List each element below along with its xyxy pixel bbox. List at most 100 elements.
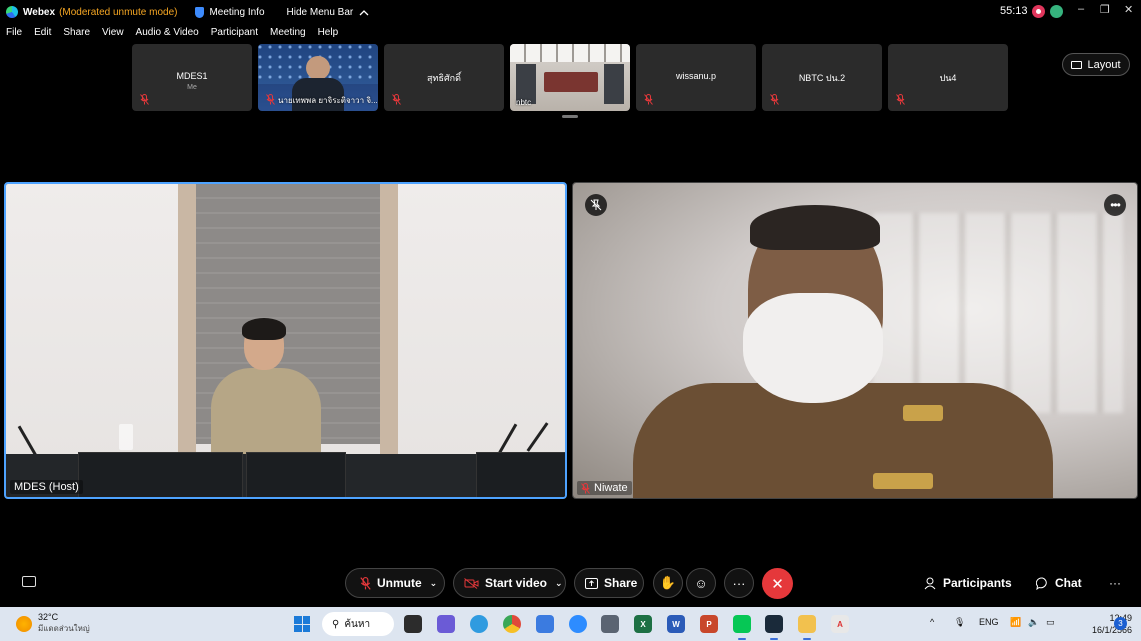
weather-widget[interactable]: 32°C มีแดดส่วนใหญ่ — [16, 612, 90, 635]
close-icon: ✕ — [771, 575, 784, 593]
wifi-icon[interactable]: 📶 — [1010, 617, 1021, 628]
start-button[interactable] — [294, 616, 310, 632]
participants-button[interactable]: Participants — [924, 576, 1012, 590]
desk-monitor — [476, 452, 565, 497]
word-icon[interactable]: W — [667, 615, 685, 633]
zoom-icon[interactable] — [569, 615, 587, 633]
maximize-button[interactable]: ❐ — [1100, 3, 1110, 16]
meeting-mode: (Moderated unmute mode) — [59, 6, 178, 18]
notification-badge[interactable]: 3 — [1114, 617, 1127, 630]
raise-hand-button[interactable]: ✋ — [653, 568, 683, 598]
menu-view[interactable]: View — [96, 24, 130, 42]
meeting-timer: 55:13 — [1000, 5, 1028, 17]
mic-muted-icon — [392, 94, 401, 105]
glass — [119, 424, 133, 450]
unpin-icon[interactable] — [585, 194, 607, 216]
webex-icon[interactable] — [765, 615, 783, 633]
more-icon: ··· — [1109, 576, 1121, 590]
share-button[interactable]: Share — [574, 568, 644, 598]
excel-icon[interactable]: X — [634, 615, 652, 633]
calculator-icon[interactable] — [601, 615, 619, 633]
more-controls-button[interactable]: ··· — [724, 568, 754, 598]
edge-icon[interactable] — [470, 615, 488, 633]
volume-icon[interactable]: 🔈 — [1028, 617, 1039, 628]
language-indicator[interactable]: ENG — [979, 617, 999, 627]
unmute-label: Unmute — [377, 576, 422, 590]
reactions-button[interactable]: ☺ — [686, 568, 716, 598]
raise-hand-icon: ✋ — [659, 575, 677, 590]
participant-thumbnail-video-1[interactable]: นายเทพพล ยาจิระติจาวา จิ... — [258, 44, 378, 111]
menu-participant[interactable]: Participant — [205, 24, 264, 42]
chevron-down-icon[interactable]: ⌄ — [555, 578, 563, 589]
video-wall — [604, 64, 624, 104]
chat-label: Chat — [1055, 576, 1082, 590]
close-window-button[interactable]: ✕ — [1124, 3, 1133, 16]
layout-label: Layout — [1087, 58, 1121, 71]
video-tile-niwate[interactable]: ••• Niwate — [572, 182, 1138, 499]
photos-icon[interactable] — [536, 615, 554, 633]
line-icon[interactable] — [733, 615, 751, 633]
thumbnail-strip-resize-handle[interactable] — [562, 115, 578, 118]
hide-menu-bar-button[interactable]: Hide Menu Bar — [287, 7, 370, 18]
person-hair — [750, 205, 880, 250]
tray-chevron-up-icon[interactable]: ^ — [930, 617, 934, 627]
pdf-icon[interactable]: A — [831, 615, 849, 633]
participant-thumbnail-3[interactable]: สุทธิศักดิ์ — [384, 44, 504, 111]
mic-muted-icon — [896, 94, 905, 105]
minimize-button[interactable]: – — [1078, 3, 1084, 15]
participant-name: NBTC ปน.2 — [798, 73, 846, 83]
participant-thumbnail-wissanu[interactable]: wissanu.p — [636, 44, 756, 111]
video-name-label: Niwate — [577, 481, 632, 495]
mic-muted-icon — [266, 94, 275, 105]
participant-name: MDES1 — [176, 71, 208, 81]
hide-menu-label: Hide Menu Bar — [286, 6, 354, 18]
mic-muted-icon — [581, 482, 590, 494]
avatar[interactable] — [1050, 5, 1063, 18]
reactions-icon: ☺ — [694, 575, 708, 591]
mic-muted-icon — [360, 576, 371, 590]
leave-meeting-button[interactable]: ✕ — [762, 568, 793, 599]
battery-icon[interactable]: ▭ — [1046, 617, 1055, 628]
teams-icon[interactable] — [437, 615, 455, 633]
more-options-icon[interactable]: ••• — [1104, 194, 1126, 216]
chevron-up-icon — [359, 9, 369, 15]
meeting-info-button[interactable]: Meeting Info — [195, 6, 265, 18]
video-tile-host[interactable]: MDES (Host) — [4, 182, 567, 499]
unmute-button[interactable]: Unmute ⌄ — [345, 568, 445, 598]
participant-thumbnail-nbtc2[interactable]: NBTC ปน.2 — [762, 44, 882, 111]
participants-icon — [924, 577, 936, 589]
layout-button[interactable]: Layout — [1062, 53, 1130, 76]
start-video-button[interactable]: Start video ⌄ — [453, 568, 566, 598]
mic-muted-icon — [770, 94, 779, 105]
menu-file[interactable]: File — [0, 24, 28, 42]
chat-button[interactable]: Chat — [1036, 576, 1082, 590]
person-uniform — [633, 383, 1053, 498]
video-scene-pillar — [178, 184, 196, 484]
participant-name: nbtc — [516, 98, 532, 107]
participant-thumbnail-nbtc[interactable]: nbtc — [510, 44, 630, 111]
recording-icon[interactable] — [1032, 5, 1045, 18]
participant-thumbnail-pn4[interactable]: ปน4 — [888, 44, 1008, 111]
participant-name: นายเทพพล ยาจิระติจาวา จิ... — [278, 96, 378, 105]
weather-description: มีแดดส่วนใหญ่ — [38, 624, 90, 633]
folder-icon[interactable] — [798, 615, 816, 633]
captions-icon[interactable] — [22, 576, 36, 587]
task-view-icon[interactable] — [404, 615, 422, 633]
menu-help[interactable]: Help — [312, 24, 345, 42]
search-icon: ⚲ — [332, 618, 340, 630]
video-name-label: MDES (Host) — [10, 480, 83, 494]
menu-audio-video[interactable]: Audio & Video — [130, 24, 205, 42]
windows-taskbar: 32°C มีแดดส่วนใหญ่ ⚲ ค้นหา X W P A ^ 🎙 E… — [0, 607, 1141, 641]
mic-tray-icon[interactable]: 🎙 — [954, 617, 965, 628]
video-table — [544, 72, 598, 92]
chevron-down-icon[interactable]: ⌄ — [430, 578, 438, 589]
taskbar-search[interactable]: ⚲ ค้นหา — [322, 612, 394, 636]
title-bar: Webex (Moderated unmute mode) Meeting In… — [0, 0, 1141, 24]
menu-meeting[interactable]: Meeting — [264, 24, 312, 42]
powerpoint-icon[interactable]: P — [700, 615, 718, 633]
participant-thumbnail-mdes1[interactable]: MDES1 Me — [132, 44, 252, 111]
menu-share[interactable]: Share — [57, 24, 96, 42]
chrome-icon[interactable] — [503, 615, 521, 633]
panel-more-button[interactable]: ··· — [1109, 576, 1121, 590]
menu-edit[interactable]: Edit — [28, 24, 57, 42]
